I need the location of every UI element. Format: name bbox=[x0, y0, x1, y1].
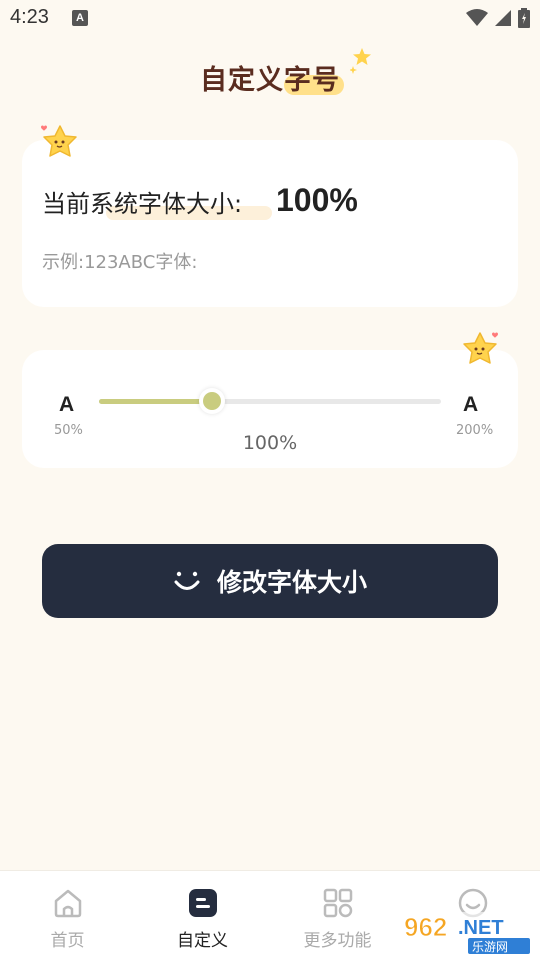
sparkle-icon bbox=[350, 48, 371, 74]
current-size-label: 当前系统字体大小: bbox=[42, 190, 243, 218]
grid-icon bbox=[323, 888, 353, 918]
font-size-slider-card: A 50% A 200% 100% bbox=[22, 350, 518, 468]
slider-thumb[interactable] bbox=[199, 388, 225, 414]
wifi-icon bbox=[466, 9, 488, 26]
nav-label-custom: 自定义 bbox=[177, 931, 228, 951]
sample-text: 示例:123ABC字体: bbox=[42, 252, 198, 273]
page-title: 自定义字号 bbox=[200, 65, 340, 96]
star-mascot-icon bbox=[41, 125, 77, 157]
battery-icon bbox=[518, 8, 530, 28]
star-mascot-icon bbox=[463, 332, 498, 364]
nav-label-home: 首页 bbox=[50, 931, 85, 951]
nav-item-home[interactable]: 首页 bbox=[0, 871, 135, 961]
change-font-size-label: 修改字体大小 bbox=[216, 568, 367, 597]
svg-text:乐游网: 乐游网 bbox=[472, 940, 508, 954]
current-size-value: 100% bbox=[276, 182, 358, 218]
change-font-size-button[interactable]: 修改字体大小 bbox=[42, 544, 498, 618]
small-font-glyph: A bbox=[59, 393, 75, 416]
font-size-slider[interactable] bbox=[99, 388, 441, 414]
status-bar: 4:23 A bbox=[0, 0, 540, 36]
accessibility-indicator-icon: A bbox=[72, 10, 88, 26]
status-icons bbox=[466, 8, 530, 28]
status-time: 4:23 bbox=[10, 6, 49, 28]
nav-label-more: 更多功能 bbox=[303, 931, 372, 951]
large-font-glyph: A bbox=[463, 393, 479, 416]
svg-text:.NET: .NET bbox=[458, 917, 504, 939]
current-size-card: 当前系统字体大小: 100% 示例:123ABC字体: bbox=[22, 140, 518, 307]
smile-icon bbox=[174, 571, 200, 590]
home-icon bbox=[54, 889, 82, 918]
edit-icon bbox=[189, 889, 217, 917]
slider-value-label: 100% bbox=[242, 432, 298, 454]
signal-icon bbox=[495, 10, 511, 26]
slider-fill bbox=[99, 399, 212, 404]
svg-text:962: 962 bbox=[404, 912, 447, 942]
nav-item-custom[interactable]: 自定义 bbox=[135, 871, 270, 961]
watermark-logo: 962 .NET 乐游网 bbox=[400, 912, 535, 956]
nav-item-more[interactable]: 更多功能 bbox=[270, 871, 405, 961]
